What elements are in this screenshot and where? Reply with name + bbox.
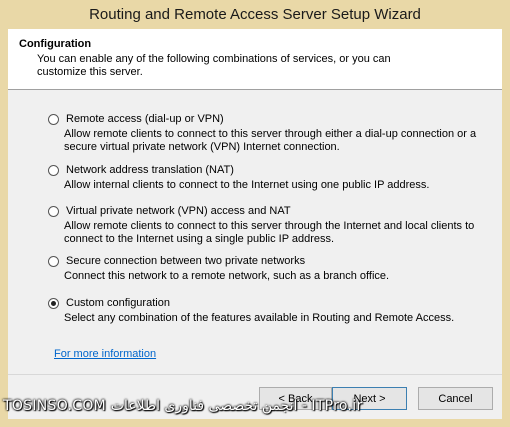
watermark-text: TOSINSO.COM انجمن تخصصی فناوری اطلاعات -… — [3, 398, 363, 414]
radio-custom-configuration[interactable] — [48, 298, 59, 309]
more-information-link[interactable]: For more information — [54, 348, 156, 360]
page-description: You can enable any of the following comb… — [37, 53, 391, 78]
option-description: Connect this network to a remote network… — [64, 270, 390, 282]
radio-nat[interactable] — [48, 165, 59, 176]
option-description: Allow remote clients to connect to this … — [64, 128, 477, 153]
window-title-bar: Routing and Remote Access Server Setup W… — [0, 0, 510, 29]
divider — [8, 374, 502, 375]
radio-secure-connection[interactable] — [48, 256, 59, 267]
option-description: Allow remote clients to connect to this … — [64, 220, 475, 245]
option-description: Allow internal clients to connect to the… — [64, 179, 430, 191]
option-label[interactable]: Virtual private network (VPN) access and… — [66, 205, 291, 217]
window-title: Routing and Remote Access Server Setup W… — [89, 6, 421, 23]
wizard-dialog: Configuration You can enable any of the … — [8, 29, 502, 419]
option-label[interactable]: Network address translation (NAT) — [66, 164, 234, 176]
page-title: Configuration — [19, 38, 92, 50]
wizard-header: Configuration You can enable any of the … — [8, 29, 502, 90]
option-label[interactable]: Secure connection between two private ne… — [66, 255, 305, 267]
radio-remote-access[interactable] — [48, 114, 59, 125]
radio-vpn-and-nat[interactable] — [48, 206, 59, 217]
option-label[interactable]: Remote access (dial-up or VPN) — [66, 113, 224, 125]
option-label[interactable]: Custom configuration — [66, 297, 170, 309]
option-description: Select any combination of the features a… — [64, 312, 455, 324]
